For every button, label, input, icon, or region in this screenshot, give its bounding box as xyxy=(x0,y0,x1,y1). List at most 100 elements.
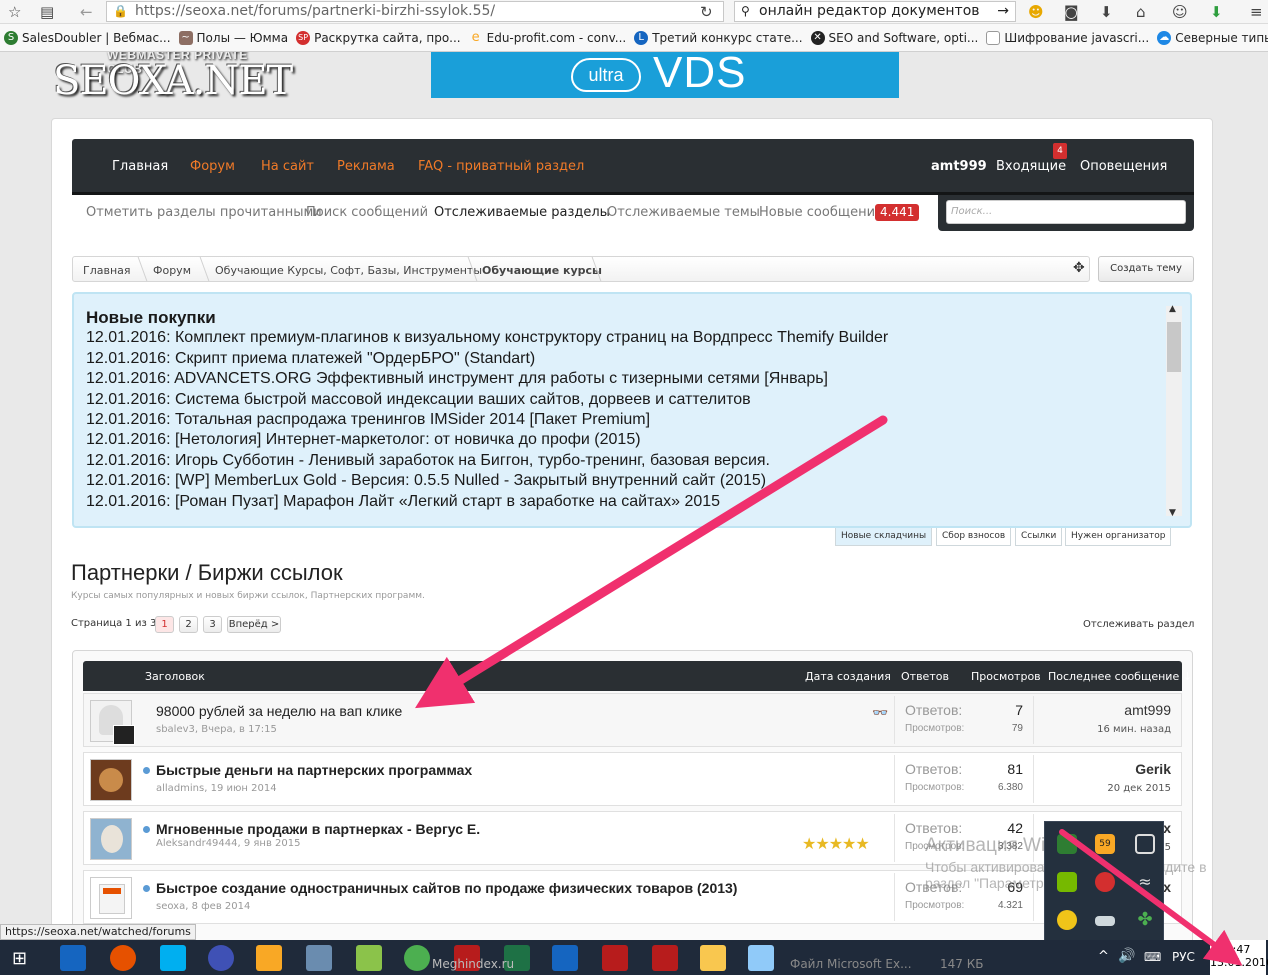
tab-links[interactable]: Ссылки xyxy=(1015,528,1063,546)
purchase-item[interactable]: 12.01.2016: Комплект премиум-плагинов к … xyxy=(86,328,1146,348)
pocket-icon[interactable]: ◙ xyxy=(1064,3,1079,21)
page-2[interactable]: 2 xyxy=(179,616,198,633)
save-app-icon[interactable] xyxy=(60,945,86,971)
network-app-icon[interactable] xyxy=(208,945,234,971)
url-bar[interactable]: 🔒 https://seoxa.net/forums/partnerki-bir… xyxy=(106,1,724,22)
nav-to-site[interactable]: На сайт xyxy=(261,159,314,174)
new-posts-link[interactable]: Новые сообщения xyxy=(759,205,883,220)
antivirus-icon[interactable] xyxy=(1095,872,1115,892)
nav-username[interactable]: amt999 xyxy=(931,159,987,174)
drive-icon[interactable] xyxy=(1095,916,1115,926)
nav-alerts[interactable]: Оповещения xyxy=(1080,159,1167,174)
page-1[interactable]: 1 xyxy=(155,616,174,633)
avatar[interactable] xyxy=(90,818,132,860)
nav-inbox[interactable]: Входящие xyxy=(996,159,1066,174)
home-icon[interactable]: ⌂ xyxy=(1136,3,1146,21)
tab-collecting[interactable]: Сбор взносов xyxy=(936,528,1012,546)
icq-icon[interactable] xyxy=(404,945,430,971)
watch-forum-link[interactable]: Отслеживать раздел xyxy=(1083,619,1194,630)
site-logo[interactable]: WEBMASTER PRIVATE CLUB SEOXA.NET xyxy=(53,52,293,104)
purchase-item[interactable]: 12.01.2016: [WP] MemberLux Gold - Версия… xyxy=(86,471,1146,491)
tab-need-organizer[interactable]: Нужен организатор xyxy=(1065,528,1172,546)
purchase-item[interactable]: 12.01.2016: [Нетология] Интернет-маркето… xyxy=(86,430,1146,450)
crumb-forum[interactable]: Форум xyxy=(153,264,191,277)
create-thread-button[interactable]: Создать тему xyxy=(1098,256,1194,282)
language-indicator[interactable]: РУС xyxy=(1172,950,1195,964)
norton-icon[interactable] xyxy=(1057,910,1077,930)
jump-menu-icon[interactable]: ✥ xyxy=(1073,260,1085,276)
start-icon[interactable]: ⊞ xyxy=(12,948,27,969)
nvidia-icon[interactable] xyxy=(1057,872,1077,892)
bookmark-contest[interactable]: L Третий конкурс стате... xyxy=(634,30,803,45)
scroll-up-icon[interactable]: ▲ xyxy=(1169,304,1176,314)
purchase-item[interactable]: 12.01.2016: Система быстрой массовой инд… xyxy=(86,390,1146,410)
search-go-icon[interactable]: → xyxy=(997,2,1009,21)
folder-icon[interactable] xyxy=(700,945,726,971)
search-posts-link[interactable]: Поиск сообщений xyxy=(306,205,428,220)
header-title[interactable]: Заголовок xyxy=(145,670,205,683)
green-download-icon[interactable]: ⬇ xyxy=(1210,3,1223,21)
reader-icon[interactable]: ▤ xyxy=(40,3,54,21)
header-views[interactable]: Просмотров xyxy=(971,670,1041,683)
thread-title[interactable]: Мгновенные продажи в партнерках - Вергус… xyxy=(156,821,480,837)
thread-row[interactable]: Быстрые деньги на партнерских программах… xyxy=(83,752,1182,806)
purchase-item[interactable]: 12.01.2016: Тотальная распродажа тренинг… xyxy=(86,410,1146,430)
search-bar[interactable]: ⚲ онлайн редактор документов → xyxy=(734,1,1016,22)
purchase-item[interactable]: 12.01.2016: Игорь Субботин - Ленивый зар… xyxy=(86,451,1146,471)
back-icon[interactable]: ← xyxy=(80,3,93,21)
network-monitor-icon[interactable] xyxy=(1057,834,1077,854)
crumb-category[interactable]: Обучающие Курсы, Софт, Базы, Инструменты xyxy=(215,264,482,277)
bike-app-icon[interactable] xyxy=(306,945,332,971)
last-post-time[interactable]: 16 мин. назад xyxy=(1097,724,1171,735)
next-page-button[interactable]: Вперёд > xyxy=(227,616,281,633)
thread-row[interactable]: 98000 рублей за неделю на вап клике sbal… xyxy=(83,693,1182,747)
nav-home[interactable]: Главная xyxy=(112,159,168,174)
scroll-thumb[interactable] xyxy=(1167,322,1181,372)
avatar[interactable] xyxy=(90,759,132,801)
tray-expand-icon[interactable]: ^ xyxy=(1098,949,1109,964)
bookmark-seo-software[interactable]: ✕ SEO and Software, opti... xyxy=(810,30,978,45)
bookmark-star-icon[interactable]: ☆ xyxy=(8,3,21,21)
d-app-icon[interactable] xyxy=(552,945,578,971)
chat-icon[interactable]: ☺ xyxy=(1172,3,1188,21)
avatar[interactable] xyxy=(90,877,132,919)
bookmark-sp[interactable]: SP Раскрутка сайта, про... xyxy=(296,30,461,45)
clock[interactable]: 1:47 13.01.2016 xyxy=(1210,940,1268,975)
firefox-icon[interactable] xyxy=(110,945,136,971)
nav-faq[interactable]: FAQ - приватный раздел xyxy=(418,159,584,174)
keyboard-icon[interactable]: ⌨ xyxy=(1144,950,1161,964)
clover-icon[interactable]: ✤ xyxy=(1135,910,1155,930)
extension-icon[interactable]: ☻ xyxy=(1028,3,1044,21)
purchase-item[interactable]: 12.01.2016: [Роман Пузат] Марафон Лайт «… xyxy=(86,492,1146,512)
menu-icon[interactable]: ≡ xyxy=(1250,3,1263,21)
usb-icon[interactable] xyxy=(1135,834,1155,854)
header-last-post[interactable]: Последнее сообщение ↓ xyxy=(1048,670,1192,683)
page-3[interactable]: 3 xyxy=(203,616,222,633)
purchase-item[interactable]: 12.01.2016: Скрипт приема платежей "Орде… xyxy=(86,349,1146,369)
bookmark-northern-types[interactable]: ☁Северные типы / Обл... xyxy=(1157,30,1268,45)
wifi-icon[interactable]: ≈ xyxy=(1135,872,1155,892)
volume-icon[interactable]: 🔊 xyxy=(1118,948,1135,964)
x-app-icon-3[interactable] xyxy=(652,945,678,971)
ultravds-banner[interactable]: ultra VDS xyxy=(431,52,899,98)
header-replies[interactable]: Ответов xyxy=(901,670,949,683)
last-post-user[interactable]: Gerik xyxy=(1135,761,1171,777)
nav-ads[interactable]: Реклама xyxy=(337,159,395,174)
avatar[interactable] xyxy=(90,700,135,745)
notepad-app-icon[interactable] xyxy=(356,945,382,971)
bookmark-encryption[interactable]: Шифрование javascri... xyxy=(986,30,1149,45)
purchases-scrollbar[interactable]: ▲ ▼ xyxy=(1166,304,1182,518)
watched-forums-link[interactable]: Отслеживаемые разделы xyxy=(434,205,610,220)
bookmark-edu-profit[interactable]: e Edu-profit.com - conv... xyxy=(469,30,627,45)
skype-icon[interactable] xyxy=(160,945,186,971)
mark-read-link[interactable]: Отметить разделы прочитанными xyxy=(86,205,322,220)
download-icon[interactable]: ⬇ xyxy=(1100,3,1113,21)
last-post-user[interactable]: amt999 xyxy=(1124,702,1171,718)
header-created[interactable]: Дата создания xyxy=(805,670,891,683)
nav-forum[interactable]: Форум xyxy=(190,159,235,174)
reload-icon[interactable]: ↻ xyxy=(700,3,713,21)
bookmark-yumma[interactable]: ~ Полы — Юмма xyxy=(178,30,288,45)
puzzle-app-icon[interactable] xyxy=(256,945,282,971)
x-app-icon-2[interactable] xyxy=(602,945,628,971)
bookmark-salesdoubler[interactable]: S SalesDoubler | Вебмас... xyxy=(4,30,171,45)
